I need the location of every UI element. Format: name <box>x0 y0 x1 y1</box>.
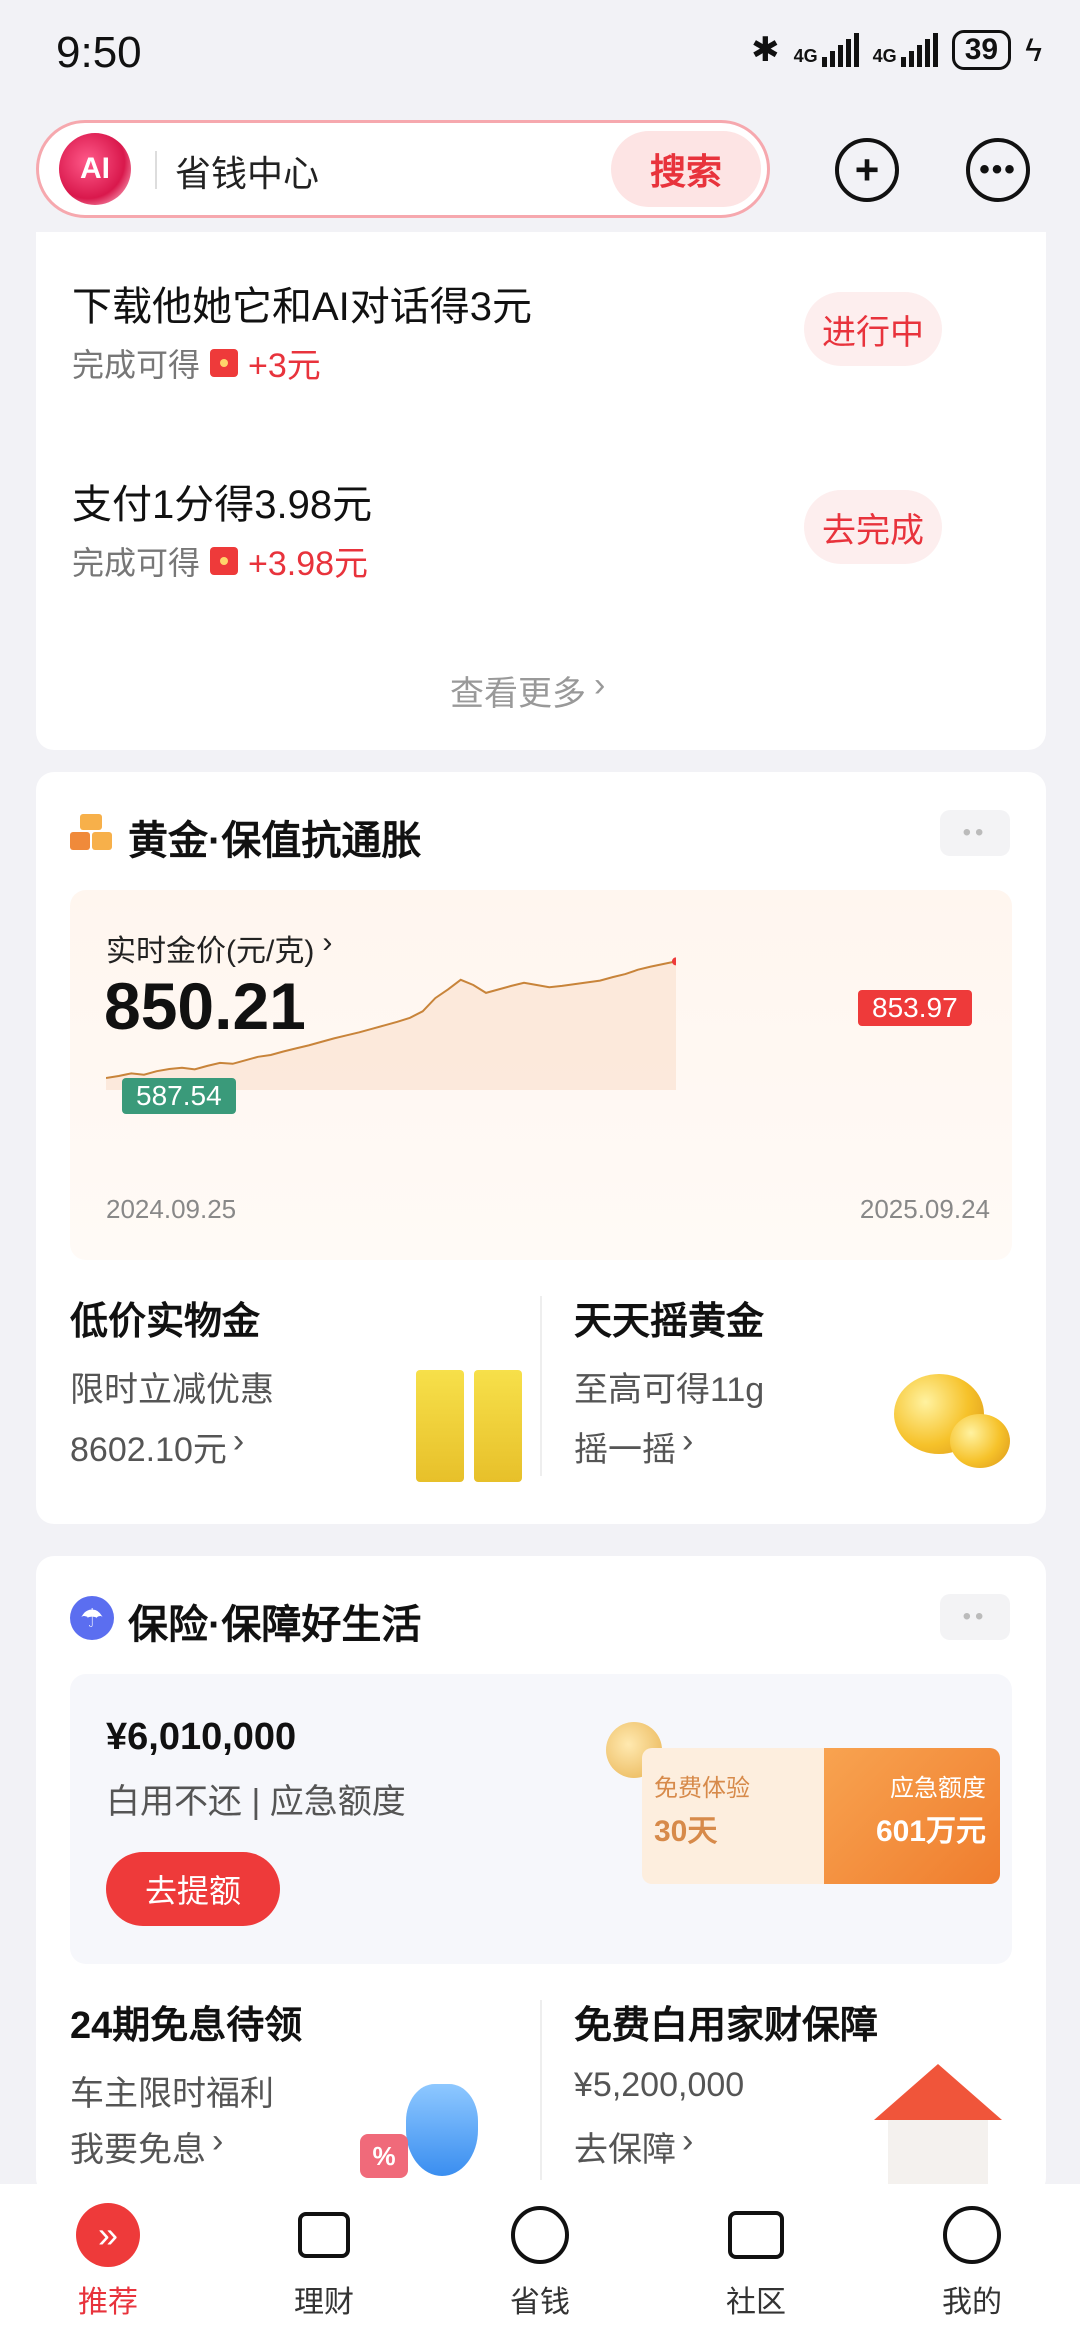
house-icon <box>874 2064 1002 2120</box>
promo-line: 至高可得11g <box>574 1371 765 1409</box>
emergency-credit-panel[interactable]: ¥6,010,000 白用不还 | 应急额度 去提额 免费体验 30天 应急额度… <box>70 1674 1012 1964</box>
task-in-progress-button[interactable]: 进行中 <box>804 292 942 366</box>
promo-title: 24期免息待领 <box>70 2005 303 2047</box>
raise-credit-button[interactable]: 去提额 <box>106 1852 280 1926</box>
promo-line: 车主限时福利 <box>70 2075 274 2113</box>
search-input[interactable]: 省钱中心 <box>175 145 319 197</box>
promo-title: 低价实物金 <box>70 1301 261 1343</box>
tab-save[interactable]: 省钱 <box>480 2203 600 2321</box>
status-bar: 9:50 ✱ 4G 4G 39 ϟ <box>0 0 1080 110</box>
gold-price-chart-panel[interactable]: 实时金价(元/克) › 850.21 587.54 853.97 2024.09.… <box>70 890 1012 1260</box>
bluetooth-icon: ✱ <box>751 31 780 69</box>
status-icons: ✱ 4G 4G 39 ϟ <box>751 30 1042 70</box>
chevron-right-icon: › <box>682 1422 694 1460</box>
promo-action: 摇一摇 <box>574 1431 676 1469</box>
car-shield-icon <box>406 2084 478 2176</box>
gold-bar-image <box>416 1370 464 1482</box>
red-packet-icon <box>210 546 239 575</box>
task-prefix: 完成可得 <box>72 346 201 383</box>
task-prefix: 完成可得 <box>72 544 201 581</box>
ai-assistant-icon[interactable]: AI <box>59 133 131 205</box>
chart-area <box>106 961 676 1090</box>
gold-nugget-image <box>950 1414 1010 1468</box>
chevron-right-icon: › <box>212 2122 224 2160</box>
recommend-icon: » <box>76 2203 140 2267</box>
chart-start-date: 2024.09.25 <box>106 1194 237 1224</box>
charging-icon: ϟ <box>1025 31 1042 68</box>
gold-bar-icon <box>70 814 114 854</box>
promo-line: 限时立减优惠 <box>70 1371 274 1409</box>
tab-community[interactable]: 社区 <box>696 2203 816 2321</box>
network-4g-icon: 4G <box>873 33 938 67</box>
gold-bar-image <box>474 1370 522 1482</box>
credit-desc: 白用不还 | 应急额度 <box>106 1783 406 1821</box>
free-trial-badge: 免费体验 30天 <box>642 1748 824 1884</box>
search-divider <box>155 151 157 189</box>
gold-price-chart <box>106 957 676 1090</box>
chart-end-date: 2025.09.24 <box>859 1194 990 1224</box>
chevron-right-icon: › <box>682 2122 694 2160</box>
task-item: 支付1分得3.98元 完成可得 +3.98元 <box>72 472 372 585</box>
wallet-icon <box>292 2203 356 2267</box>
promo-action: 我要免息 <box>70 2131 206 2169</box>
shake-gold-promo[interactable]: 天天摇黄金 至高可得11g 摇一摇 › <box>574 1290 1014 1490</box>
promo-action: 去保障 <box>574 2131 676 2169</box>
task-complete-button[interactable]: 去完成 <box>804 490 942 564</box>
task-title: 支付1分得3.98元 <box>72 483 373 527</box>
smiley-icon <box>940 2203 1004 2267</box>
tab-mine[interactable]: 我的 <box>912 2203 1032 2321</box>
chevron-right-icon: › <box>232 1422 245 1460</box>
low-price-tag: 587.54 <box>122 1078 236 1114</box>
umbrella-icon: ☂ <box>70 1596 114 1640</box>
search-bar[interactable]: AI 省钱中心 搜索 <box>36 120 770 218</box>
section-title: 黄金·保值抗通胀 <box>128 819 422 863</box>
credit-limit-badge: 应急额度 601万元 <box>824 1748 1000 1884</box>
task-reward: +3.98元 <box>248 545 369 583</box>
task-title: 下载他她它和AI对话得3元 <box>72 285 533 329</box>
promo-line: ¥5,200,000 <box>574 2066 745 2104</box>
clock: 9:50 <box>56 28 142 77</box>
tab-wealth[interactable]: 理财 <box>264 2203 384 2321</box>
house-body <box>888 2120 988 2186</box>
view-more-link[interactable]: 查看更多 › <box>450 666 605 715</box>
message-icon[interactable]: ••• <box>966 138 1030 202</box>
promo-divider <box>540 1296 542 1476</box>
home-insurance-promo[interactable]: 免费白用家财保障 ¥5,200,000 去保障 › <box>574 1994 1014 2194</box>
discount-icon: % <box>360 2134 408 2178</box>
section-title: 保险·保障好生活 <box>128 1603 422 1647</box>
interest-free-promo[interactable]: 24期免息待领 车主限时福利 我要免息 › % <box>70 1994 530 2194</box>
high-price-tag: 853.97 <box>858 990 972 1026</box>
bottom-tab-bar: » 推荐 理财 省钱 社区 我的 <box>0 2184 1080 2340</box>
promo-price: 8602.10元 <box>70 1431 227 1469</box>
more-options-icon[interactable]: •• <box>940 1594 1010 1640</box>
chat-bubble-icon <box>724 2203 788 2267</box>
promo-title: 天天摇黄金 <box>574 1301 765 1343</box>
tab-recommend[interactable]: » 推荐 <box>48 2203 168 2321</box>
add-icon[interactable]: + <box>835 138 899 202</box>
search-button[interactable]: 搜索 <box>611 131 761 207</box>
chevron-right-icon: › <box>594 666 606 704</box>
task-list-card: 下载他她它和AI对话得3元 完成可得 +3元 进行中 支付1分得3.98元 完成… <box>36 232 1046 750</box>
more-options-icon[interactable]: •• <box>940 810 1010 856</box>
battery-indicator: 39 <box>951 30 1012 70</box>
credit-amount: ¥6,010,000 <box>106 1716 297 1758</box>
task-reward: +3元 <box>248 347 321 385</box>
promo-title: 免费白用家财保障 <box>574 2005 879 2047</box>
task-item: 下载他她它和AI对话得3元 完成可得 +3元 <box>72 274 532 387</box>
network-4g-icon: 4G <box>794 33 859 67</box>
promo-divider <box>540 2000 542 2180</box>
save-money-icon <box>508 2203 572 2267</box>
red-packet-icon <box>210 348 239 377</box>
physical-gold-promo[interactable]: 低价实物金 限时立减优惠 8602.10元 › <box>70 1290 530 1490</box>
gold-card: 黄金·保值抗通胀 •• 实时金价(元/克) › 850.21 587.54 853… <box>36 772 1046 1524</box>
insurance-card: ☂ 保险·保障好生活 •• ¥6,010,000 白用不还 | 应急额度 去提额… <box>36 1556 1046 2196</box>
